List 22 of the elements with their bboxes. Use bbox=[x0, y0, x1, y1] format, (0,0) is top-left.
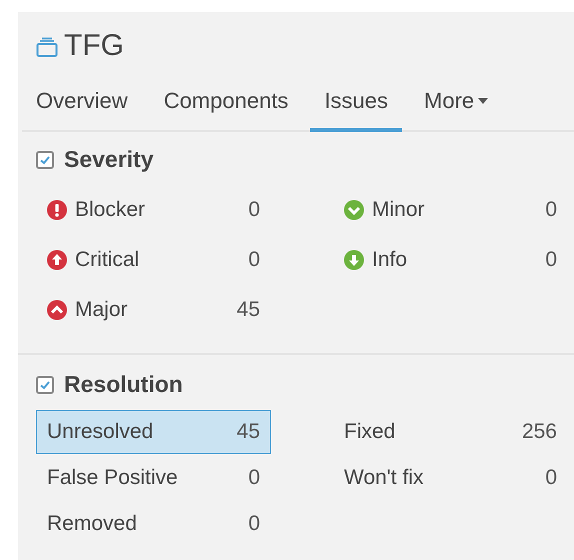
facet-item[interactable]: Major 45 bbox=[36, 285, 271, 335]
facet-item[interactable]: Removed 0 bbox=[36, 502, 271, 546]
facet-item[interactable]: Critical 0 bbox=[36, 235, 271, 285]
facet-checkbox[interactable] bbox=[36, 150, 54, 168]
folder-icon bbox=[36, 36, 58, 58]
facet-title: Severity bbox=[64, 146, 154, 173]
nav-tab[interactable]: Components bbox=[150, 76, 302, 132]
project-title: TFG bbox=[64, 29, 124, 63]
facet-item[interactable]: False Positive 0 bbox=[36, 456, 271, 500]
facet-item[interactable]: Info 0 bbox=[333, 235, 568, 285]
checkmark-icon bbox=[39, 378, 51, 390]
nav-tab[interactable]: Overview bbox=[22, 76, 142, 132]
facet-item[interactable]: Won't fix 0 bbox=[333, 456, 568, 500]
facet-item[interactable]: Minor 0 bbox=[333, 185, 568, 235]
checkmark-icon bbox=[39, 154, 51, 166]
facet-item[interactable]: Fixed 256 bbox=[333, 410, 568, 454]
nav-tab[interactable]: Issues bbox=[310, 76, 402, 132]
facet-item[interactable]: Blocker 0 bbox=[36, 185, 271, 235]
facet-checkbox[interactable] bbox=[36, 376, 54, 394]
facet-item[interactable]: Unresolved 45 bbox=[36, 410, 271, 454]
nav-tab[interactable]: More bbox=[410, 76, 502, 132]
facet-title: Resolution bbox=[64, 371, 183, 398]
